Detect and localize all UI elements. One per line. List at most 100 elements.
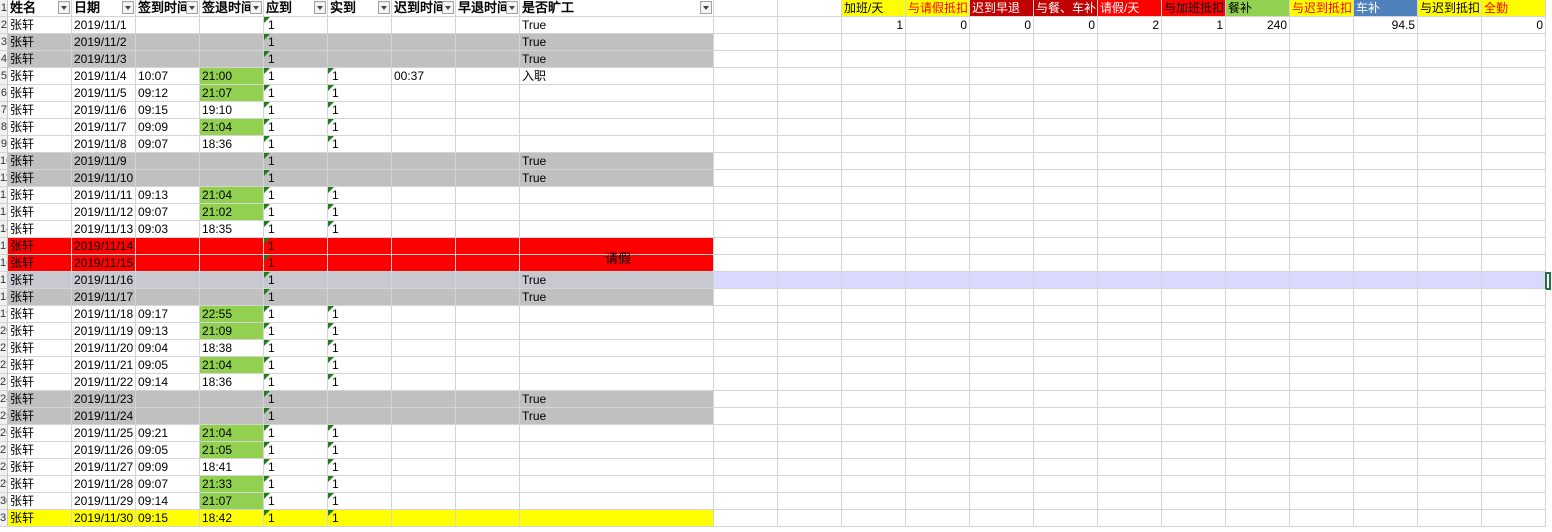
column-header-early[interactable]: 早退时间 [456, 0, 520, 17]
empty-cell[interactable] [778, 204, 842, 221]
empty-cell[interactable] [1482, 425, 1546, 442]
filter-dropdown-icon[interactable] [58, 1, 70, 14]
empty-cell[interactable] [842, 510, 906, 527]
empty-cell[interactable] [1290, 306, 1354, 323]
cell-late[interactable] [392, 238, 456, 255]
column-header-date[interactable]: 日期 [72, 0, 136, 17]
empty-cell[interactable] [906, 306, 970, 323]
empty-cell[interactable] [1034, 85, 1098, 102]
empty-cell[interactable] [1482, 323, 1546, 340]
empty-cell[interactable] [1098, 289, 1162, 306]
empty-cell[interactable] [714, 34, 778, 51]
empty-cell[interactable] [1418, 102, 1482, 119]
empty-cell[interactable] [906, 493, 970, 510]
cell-early[interactable] [456, 187, 520, 204]
cell-early[interactable] [456, 408, 520, 425]
cell-act[interactable]: 1 [328, 510, 392, 527]
cell-late[interactable] [392, 476, 456, 493]
empty-cell[interactable] [1098, 102, 1162, 119]
empty-cell[interactable] [906, 459, 970, 476]
row-header[interactable]: 28 [0, 459, 8, 476]
empty-cell[interactable] [1098, 221, 1162, 238]
cell-name[interactable]: 张轩 [8, 85, 72, 102]
empty-cell[interactable] [714, 272, 778, 289]
empty-cell[interactable] [1162, 357, 1226, 374]
cell-name[interactable]: 张轩 [8, 289, 72, 306]
empty-cell[interactable] [1034, 204, 1098, 221]
cell-in[interactable]: 09:07 [136, 476, 200, 493]
cell-date[interactable]: 2019/11/24 [72, 408, 136, 425]
cell-in[interactable]: 09:09 [136, 459, 200, 476]
empty-cell[interactable] [778, 119, 842, 136]
empty-cell[interactable] [1418, 221, 1482, 238]
empty-cell[interactable] [1226, 323, 1290, 340]
empty-cell[interactable] [1034, 425, 1098, 442]
cell-name[interactable]: 张轩 [8, 170, 72, 187]
empty-cell[interactable] [970, 85, 1034, 102]
cell-date[interactable]: 2019/11/19 [72, 323, 136, 340]
empty-cell[interactable] [970, 51, 1034, 68]
cell-in[interactable]: 09:04 [136, 340, 200, 357]
empty-cell[interactable] [1034, 221, 1098, 238]
empty-cell[interactable] [1098, 187, 1162, 204]
cell-act[interactable] [328, 153, 392, 170]
cell-late[interactable] [392, 272, 456, 289]
empty-cell[interactable] [906, 68, 970, 85]
empty-cell[interactable] [1034, 391, 1098, 408]
empty-cell[interactable] [970, 493, 1034, 510]
empty-cell[interactable] [906, 102, 970, 119]
cell-late[interactable] [392, 255, 456, 272]
empty-cell[interactable] [1162, 459, 1226, 476]
column-header-late[interactable]: 迟到时间 [392, 0, 456, 17]
empty-cell[interactable] [1482, 476, 1546, 493]
empty-cell[interactable] [778, 221, 842, 238]
row-header[interactable]: 11 [0, 170, 8, 187]
empty-cell[interactable] [1098, 459, 1162, 476]
cell-act[interactable]: 1 [328, 425, 392, 442]
empty-cell[interactable] [1418, 493, 1482, 510]
cell-act[interactable]: 1 [328, 493, 392, 510]
cell-date[interactable]: 2019/11/11 [72, 187, 136, 204]
empty-cell[interactable] [1162, 272, 1226, 289]
empty-cell[interactable] [1418, 272, 1482, 289]
row-header[interactable]: 27 [0, 442, 8, 459]
cell-abs[interactable]: True [520, 34, 714, 51]
empty-cell[interactable] [1482, 119, 1546, 136]
cell-early[interactable] [456, 153, 520, 170]
cell-abs[interactable]: True [520, 391, 714, 408]
cell-in[interactable]: 09:15 [136, 102, 200, 119]
empty-cell[interactable] [1290, 102, 1354, 119]
summary-value[interactable]: 0 [1034, 17, 1098, 34]
empty-cell[interactable] [842, 408, 906, 425]
empty-cell[interactable] [1162, 408, 1226, 425]
empty-cell[interactable] [1098, 119, 1162, 136]
cell-late[interactable] [392, 357, 456, 374]
cell-early[interactable] [456, 476, 520, 493]
empty-cell[interactable] [970, 221, 1034, 238]
empty-cell[interactable] [778, 306, 842, 323]
empty-cell[interactable] [778, 425, 842, 442]
cell-abs[interactable]: True [520, 17, 714, 34]
row-header[interactable]: 29 [0, 476, 8, 493]
empty-cell[interactable] [778, 102, 842, 119]
empty-cell[interactable] [1482, 255, 1546, 272]
cell-abs[interactable] [520, 425, 714, 442]
empty-cell[interactable] [906, 510, 970, 527]
cell-in[interactable]: 09:15 [136, 510, 200, 527]
empty-cell[interactable] [906, 408, 970, 425]
empty-cell[interactable] [906, 272, 970, 289]
cell-in[interactable]: 09:07 [136, 136, 200, 153]
cell-act[interactable]: 1 [328, 459, 392, 476]
cell-in[interactable]: 09:07 [136, 204, 200, 221]
empty-cell[interactable] [1034, 493, 1098, 510]
row-header[interactable]: 9 [0, 136, 8, 153]
empty-cell[interactable] [1034, 153, 1098, 170]
cell-due[interactable]: 1 [264, 238, 328, 255]
column-header-due[interactable]: 应到 [264, 0, 328, 17]
empty-cell[interactable] [1482, 51, 1546, 68]
cell-abs[interactable]: True [520, 272, 714, 289]
cell-date[interactable]: 2019/11/26 [72, 442, 136, 459]
cell-due[interactable]: 1 [264, 85, 328, 102]
cell-act[interactable] [328, 51, 392, 68]
cell-early[interactable] [456, 272, 520, 289]
